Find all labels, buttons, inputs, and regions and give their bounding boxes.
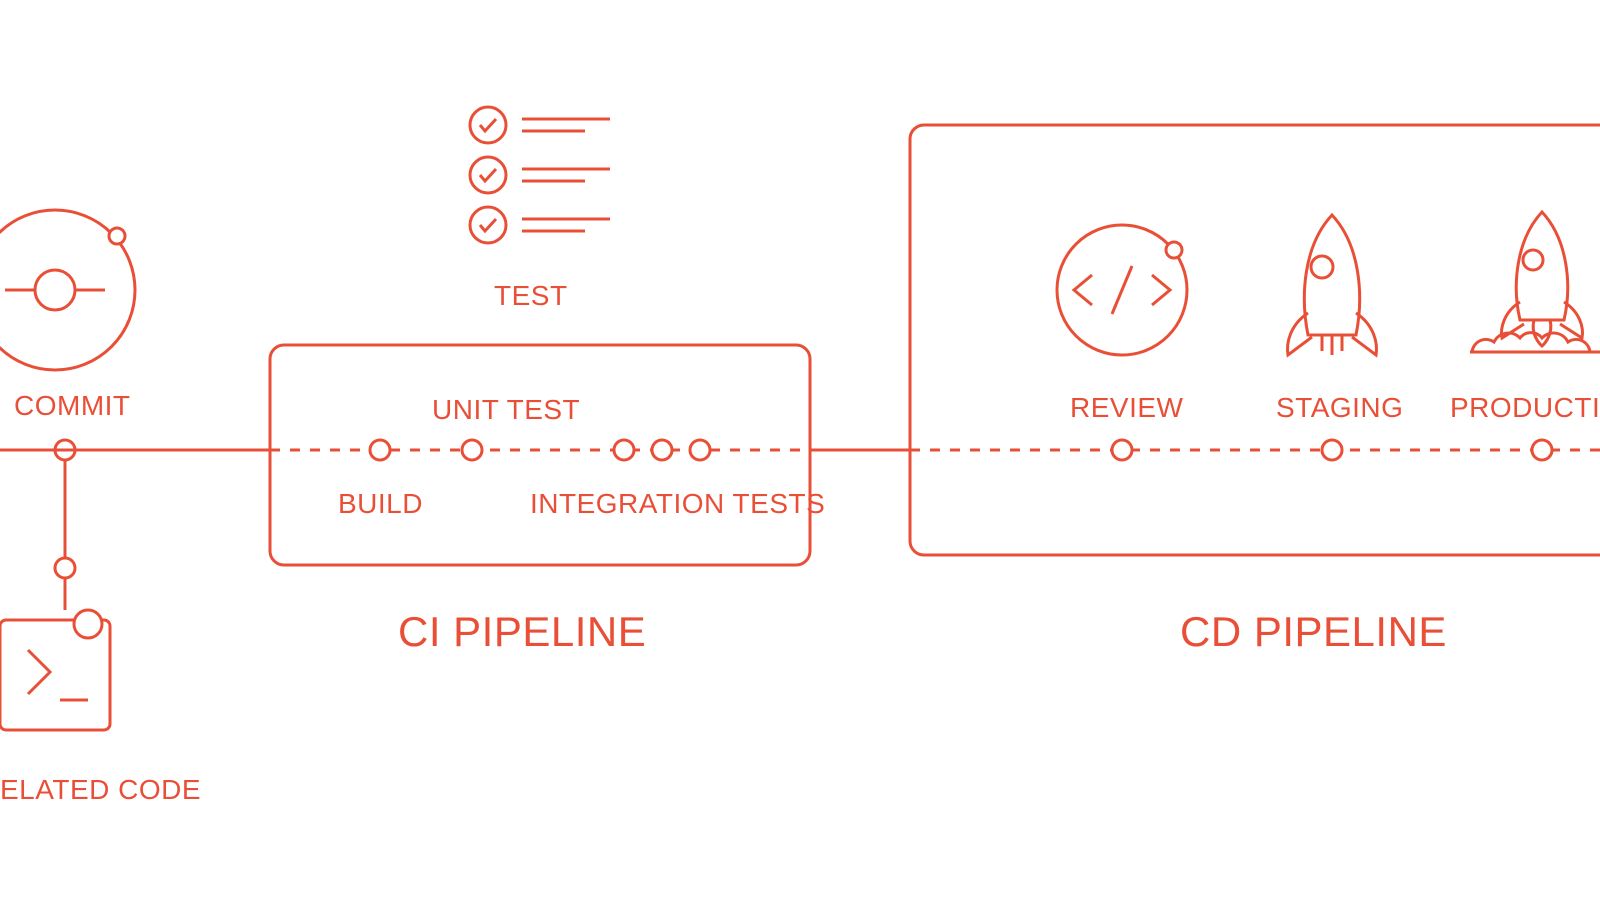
ci-pipeline-box	[270, 345, 810, 565]
review-icon	[1057, 225, 1187, 355]
related-code-label: ELATED CODE	[0, 774, 201, 806]
commit-branch-connector	[55, 440, 75, 610]
commit-icon	[0, 210, 135, 370]
integration-tests-label: INTEGRATION TESTS	[530, 488, 825, 520]
ci-pipeline-label: CI PIPELINE	[398, 608, 646, 656]
checklist-icon	[470, 107, 610, 243]
production-rocket-icon	[1470, 212, 1600, 352]
commit-label: COMMIT	[14, 390, 131, 422]
build-label: BUILD	[338, 488, 423, 520]
staging-label: STAGING	[1276, 392, 1403, 424]
review-label: REVIEW	[1070, 392, 1183, 424]
production-label: PRODUCTIO	[1450, 392, 1600, 424]
pipeline-diagram	[0, 0, 1600, 900]
test-label: TEST	[494, 280, 568, 312]
unit-test-label: UNIT TEST	[432, 394, 580, 426]
cd-pipeline-label: CD PIPELINE	[1180, 608, 1447, 656]
staging-rocket-icon	[1288, 215, 1377, 355]
terminal-icon	[0, 610, 110, 730]
